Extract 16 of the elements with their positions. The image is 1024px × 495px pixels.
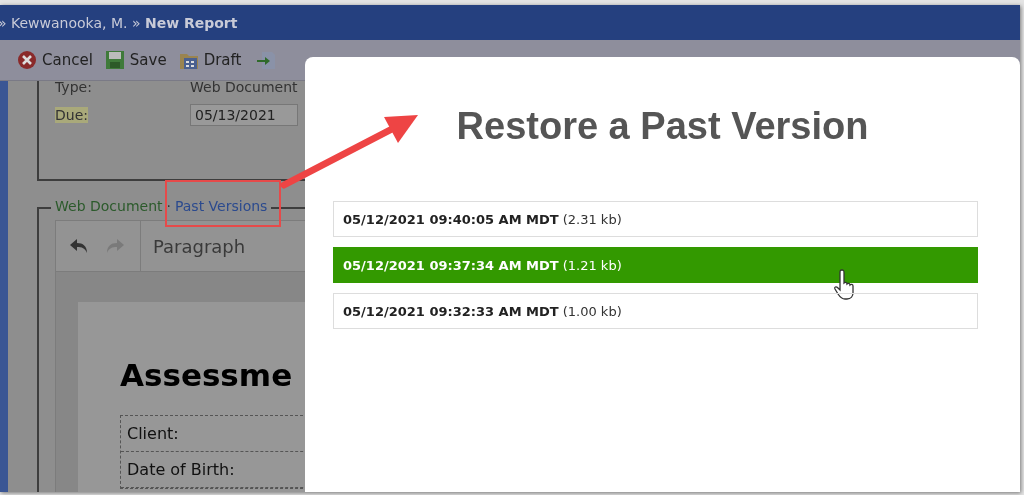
version-item[interactable]: 05/12/2021 09:32:33 AM MDT (1.00 kb) bbox=[333, 293, 978, 329]
cancel-button[interactable]: Cancel bbox=[14, 48, 96, 72]
document-tab[interactable]: Past Versions bbox=[174, 198, 268, 214]
field-label: Type: bbox=[55, 81, 92, 95]
version-item[interactable]: 05/12/2021 09:40:05 AM MDT (2.31 kb) bbox=[333, 201, 978, 237]
date-field[interactable]: 05/13/2021 bbox=[190, 104, 298, 126]
field-label: Due: bbox=[55, 107, 88, 123]
document-arrow-icon bbox=[256, 50, 277, 70]
field-value: Web Document bbox=[190, 81, 298, 95]
cancel-icon bbox=[17, 50, 37, 70]
dialog-title: Restore a Past Version bbox=[456, 105, 869, 149]
save-button[interactable]: Save bbox=[101, 48, 170, 72]
document-heading: Assessme bbox=[120, 357, 294, 395]
breadcrumb: » Kewwanooka, M. » New Report bbox=[0, 14, 238, 31]
draft-button[interactable]: Draft bbox=[175, 48, 245, 72]
separator-dot: · bbox=[166, 198, 171, 214]
